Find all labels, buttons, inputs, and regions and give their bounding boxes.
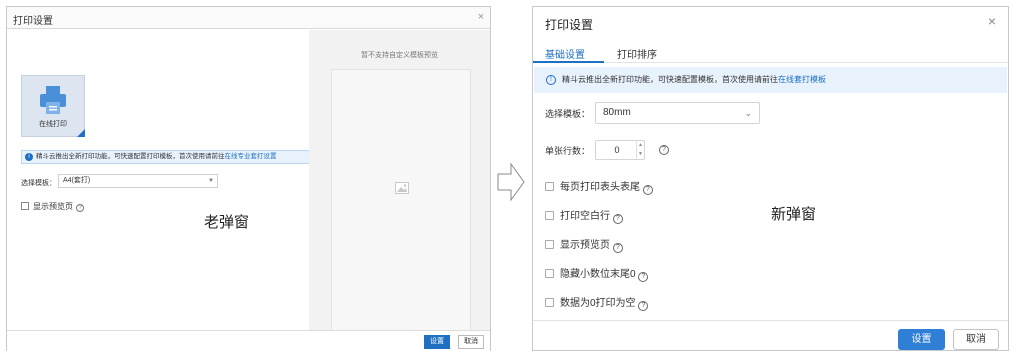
old-set-button[interactable]: 设置 (424, 335, 450, 349)
new-notice-link[interactable]: 在线套打模板 (778, 75, 826, 84)
online-print-label: 在线打印 (39, 121, 67, 128)
checkbox-label: 每页打印表头表尾 (560, 182, 640, 193)
old-template-value: A4(套打) (63, 177, 91, 184)
new-cancel-button[interactable]: 取消 (953, 329, 999, 350)
checkbox-print-blank-rows[interactable]: 打印空白行 ? (545, 207, 623, 224)
checkbox-print-header-footer[interactable]: 每页打印表头表尾 ? (545, 178, 653, 195)
old-dialog-titlebar: 打印设置 × (7, 7, 490, 29)
help-icon[interactable]: ? (612, 214, 623, 224)
old-dialog-caption: 老弹窗 (204, 214, 250, 231)
arrow-right-icon (497, 162, 525, 202)
rows-per-page-value: 0 (614, 145, 620, 155)
preview-title: 暂不支持自定义模板预览 (361, 52, 438, 59)
checkbox-hide-trailing-zeros[interactable]: 隐藏小数位末尾0 ? (545, 265, 649, 282)
old-dialog-title: 打印设置 (13, 16, 53, 27)
close-icon[interactable]: × (988, 13, 996, 29)
new-notice-banner: ! 精斗云推出全新打印功能，可快速配置模板，首次使用请前往在线套打模板 (534, 67, 1007, 93)
checkbox-label: 数据为0打印为空 (560, 298, 636, 309)
chevron-down-icon: ▼ (208, 178, 214, 184)
info-icon: i (25, 153, 33, 161)
checkbox-box[interactable] (545, 211, 554, 220)
old-preview-checkbox-label: 显示预览页? (33, 201, 84, 212)
settings-tabs: 基础设置 打印排序 (533, 41, 1008, 63)
new-set-button[interactable]: 设置 (898, 329, 945, 350)
checkbox-label: 隐藏小数位末尾0 (560, 269, 636, 280)
help-icon[interactable]: ? (612, 243, 623, 253)
old-settings-pane: 在线打印 i 精斗云推出全新打印功能，可快速配置打印模板，首次使用请前往在线专业… (7, 30, 313, 330)
close-icon[interactable]: × (478, 11, 484, 23)
new-dialog-title: 打印设置 (545, 18, 594, 32)
rows-per-page-label: 单张行数： (545, 146, 591, 156)
old-notice-link[interactable]: 在线专业套打设置 (225, 153, 277, 160)
old-dialog-footer: 设置 取消 (7, 330, 490, 351)
checkbox-zero-as-blank[interactable]: 数据为0打印为空 ? (545, 294, 649, 311)
image-placeholder-icon (395, 182, 409, 194)
checkbox-label: 打印空白行 (560, 211, 610, 222)
checkbox-box[interactable] (545, 240, 554, 249)
old-print-dialog: 打印设置 × 在线打印 i 精斗云推出全新打印功能，可快速配置打印模板，首次使用… (6, 6, 491, 351)
checkbox-box[interactable] (545, 182, 554, 191)
old-preview-pane: 暂不支持自定义模板预览 (309, 30, 490, 331)
new-dialog-footer: 设置 取消 (533, 320, 1008, 351)
checkbox-show-preview[interactable]: 显示预览页 ? (545, 236, 623, 253)
info-icon: ! (546, 75, 556, 85)
active-tab-indicator (533, 61, 604, 63)
old-template-label: 选择模板： (21, 180, 56, 187)
help-icon[interactable]: ? (638, 301, 649, 311)
help-icon[interactable]: ? (659, 145, 669, 155)
help-icon[interactable]: ? (642, 185, 653, 195)
checkbox-box[interactable] (545, 269, 554, 278)
online-print-tile[interactable]: 在线打印 (21, 75, 85, 137)
old-notice-banner: i 精斗云推出全新打印功能，可快速配置打印模板，首次使用请前往在线专业套打设置 (21, 150, 313, 164)
new-template-select[interactable]: 80mm ⌄ (595, 102, 760, 124)
printer-icon (40, 86, 66, 114)
new-notice-text: 精斗云推出全新打印功能，可快速配置模板，首次使用请前往 (562, 75, 778, 84)
old-template-select[interactable]: A4(套打) ▼ (58, 174, 218, 188)
help-icon[interactable]: ? (76, 204, 84, 212)
chevron-down-icon: ⌄ (744, 108, 752, 118)
help-icon[interactable]: ? (638, 272, 649, 282)
old-preview-checkbox[interactable] (21, 202, 29, 210)
old-cancel-button[interactable]: 取消 (458, 335, 484, 349)
stepper-arrows[interactable]: ▲ ▼ (636, 141, 644, 159)
new-print-dialog: 打印设置 × 基础设置 打印排序 ! 精斗云推出全新打印功能，可快速配置模板，首… (532, 6, 1009, 351)
rows-per-page-stepper[interactable]: 0 ▲ ▼ (595, 140, 645, 160)
checkbox-label: 显示预览页 (560, 240, 610, 251)
new-dialog-caption: 新弹窗 (771, 206, 817, 223)
tab-print-sorting[interactable]: 打印排序 (617, 46, 657, 61)
selected-corner-mark (77, 129, 85, 137)
new-template-value: 80mm (603, 107, 631, 118)
checkbox-box[interactable] (545, 298, 554, 307)
tab-basic-settings[interactable]: 基础设置 (545, 46, 585, 61)
old-notice-text: 精斗云推出全新打印功能，可快速配置打印模板，首次使用请前往 (36, 153, 225, 160)
new-template-label: 选择模板： (545, 109, 591, 119)
preview-area (331, 69, 471, 331)
